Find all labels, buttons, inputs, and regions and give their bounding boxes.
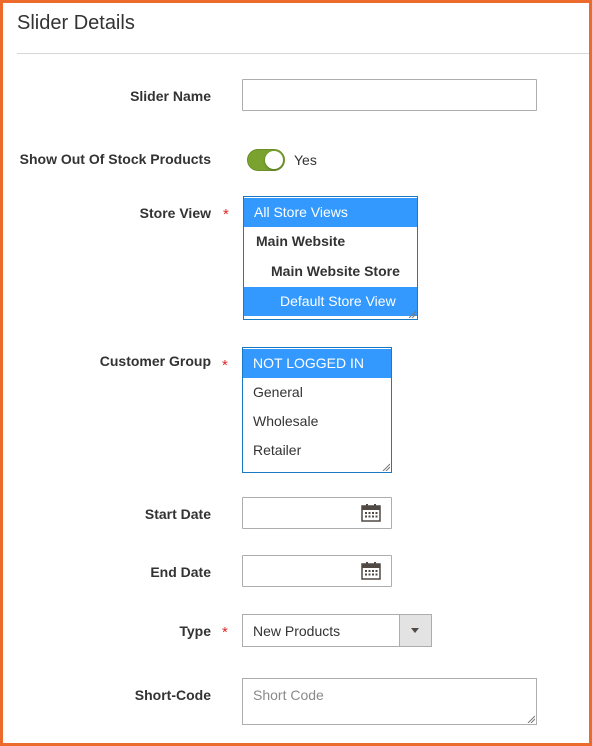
start-date-label: Start Date	[144, 506, 211, 522]
end-date-input[interactable]	[242, 555, 392, 587]
slider-name-label: Slider Name	[130, 88, 211, 104]
customer-group-label: Customer Group	[99, 353, 211, 369]
start-date-input[interactable]	[242, 497, 392, 529]
type-label: Type	[179, 623, 211, 639]
store-view-multiselect[interactable]: All Store Views Main Website Main Websit…	[243, 196, 418, 320]
resize-handle-icon[interactable]	[382, 463, 390, 471]
store-view-option[interactable]: Default Store View	[244, 287, 417, 316]
customer-group-option[interactable]: General	[243, 378, 391, 407]
short-code-placeholder: Short Code	[253, 687, 324, 703]
chevron-down-icon[interactable]	[399, 615, 431, 646]
slider-details-panel: Slider Details Slider Name Show Out Of S…	[0, 0, 592, 746]
calendar-icon[interactable]	[361, 562, 381, 580]
resize-handle-icon[interactable]	[408, 310, 416, 318]
customer-group-option[interactable]: NOT LOGGED IN	[243, 349, 391, 378]
store-view-option[interactable]: All Store Views	[244, 198, 417, 227]
type-required-star: *	[222, 624, 228, 641]
store-view-option[interactable]: Main Website Store	[244, 257, 417, 286]
store-view-label: Store View	[139, 205, 211, 221]
resize-handle-icon[interactable]	[527, 715, 535, 723]
section-title: Slider Details	[17, 12, 135, 34]
short-code-textarea[interactable]: Short Code	[242, 678, 537, 725]
toggle-knob	[265, 151, 283, 169]
title-divider	[17, 53, 589, 54]
customer-group-option[interactable]: Wholesale	[243, 407, 391, 436]
store-view-option[interactable]: Main Website	[244, 227, 417, 256]
end-date-label: End Date	[150, 564, 211, 580]
show-out-of-stock-toggle[interactable]	[247, 149, 285, 171]
customer-group-multiselect[interactable]: NOT LOGGED IN General Wholesale Retailer	[242, 347, 392, 473]
short-code-label: Short-Code	[134, 687, 211, 703]
type-select-value: New Products	[253, 623, 341, 639]
slider-name-input[interactable]	[242, 79, 537, 111]
type-select[interactable]: New Products	[242, 614, 432, 647]
store-view-required-star: *	[223, 206, 229, 223]
customer-group-required-star: *	[222, 357, 228, 374]
customer-group-option[interactable]: Retailer	[243, 436, 391, 465]
show-out-of-stock-label: Show Out Of Stock Products	[19, 151, 211, 167]
calendar-icon[interactable]	[361, 504, 381, 522]
toggle-state-label: Yes	[294, 152, 317, 168]
